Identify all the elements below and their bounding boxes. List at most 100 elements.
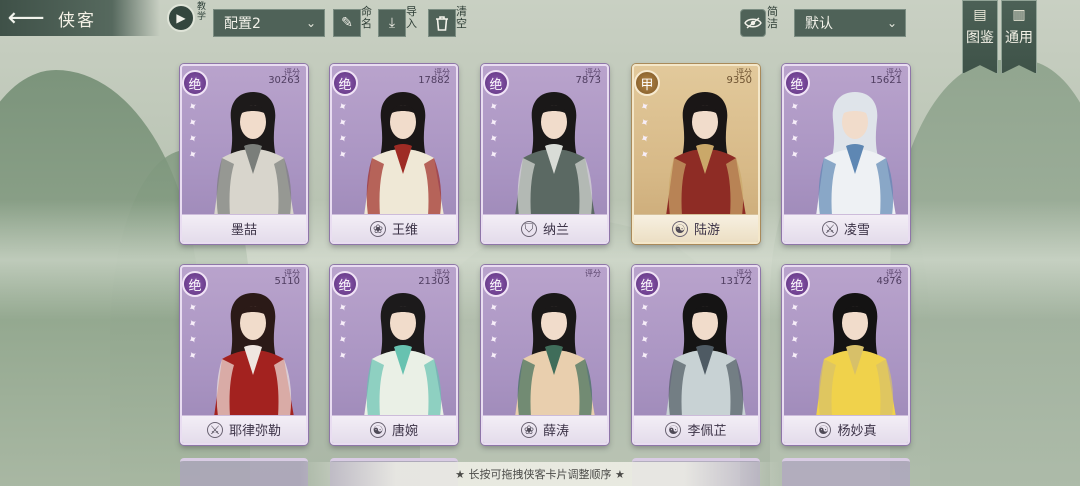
star-icon: ✦ [486,114,502,131]
score-value: 5110 [274,276,300,287]
hero-portrait [515,92,595,216]
star-icon: ✦ [787,114,803,131]
star-icon: ✦ [335,98,351,115]
hero-card[interactable]: 甲 ✦ ✦ ✦ ✦ 评分 9350 ☯ 陆游 [632,64,760,244]
grade-badge: 绝 [784,70,810,96]
hero-nameplate: ☯ 李佩芷 [634,415,758,443]
star-rank: ✦ ✦ ✦ ✦ [185,98,202,163]
hero-nameplate: ☯ 唐婉 [332,415,456,443]
grade-badge: 绝 [182,271,208,297]
hero-portrait [666,293,746,417]
grade-badge: 绝 [483,271,509,297]
download-icon: ⤓ [388,15,396,31]
grade-badge: 甲 [634,70,660,96]
clear-button[interactable] [428,9,456,37]
star-icon: ✦ [637,331,653,348]
hero-name: 王维 [391,223,418,238]
drag-hint: ★ 长按可拖拽侠客卡片调整顺序 ★ [300,462,780,486]
score-value: 30263 [268,75,300,86]
star-icon: ✦ [185,299,201,316]
sword-icon: ⚔ [206,421,223,438]
yinyang-icon: ☯ [665,421,682,438]
back-button[interactable]: ⟵ [6,3,46,33]
rename-label: 命名 [361,5,372,30]
grade-badge: 绝 [332,70,358,96]
score-value: 17882 [418,75,450,86]
star-icon: ✦ [787,98,803,115]
hero-name: 凌雪 [843,223,870,238]
hero-card[interactable]: 绝 ✦ ✦ ✦ ✦ 评分 15621 ⚔ 凌雪 [782,64,910,244]
tutorial-label: 教学 [197,2,207,22]
next-row-card[interactable] [180,458,308,486]
star-icon: ✦ [335,315,351,332]
tab-general[interactable]: ▥ 通用 [1001,0,1037,74]
import-label: 导入 [406,5,417,30]
hero-portrait [214,92,294,216]
star-icon: ✦ [486,299,502,316]
hero-card[interactable]: 绝 ✦ ✦ ✦ ✦ 评分 13172 ☯ 李佩芷 [632,265,760,445]
score-label: 评分 [585,269,601,278]
back-arrow-icon: ⟵ [7,3,45,33]
star-icon: ✦ [637,130,653,147]
lotus-icon: ❀ [369,220,386,237]
hero-portrait [666,92,746,216]
star-icon: ✦ [185,98,201,115]
grade-badge: 绝 [784,271,810,297]
rename-button[interactable]: ✎ [333,9,361,37]
hero-name: 陆游 [693,223,720,238]
star-rank: ✦ ✦ ✦ ✦ [335,98,352,163]
hero-nameplate: ⚔ 耶律弥勒 [182,415,306,443]
star-icon: ✦ [787,331,803,348]
simple-mode-toggle[interactable] [740,9,766,37]
shield-icon: ⛉ [520,220,537,237]
sort-select[interactable]: 默认 ⌄ [794,9,906,37]
next-row-card[interactable] [782,458,910,486]
tab-atlas[interactable]: ▤ 图鉴 [962,0,998,74]
simple-label: 简洁 [767,5,778,30]
hero-portrait [364,293,444,417]
hero-portrait [816,92,896,216]
hero-name: 薛涛 [542,424,569,439]
hero-card[interactable]: 绝 ✦ ✦ ✦ ✦ 评分 30263 墨喆 [180,64,308,244]
tutorial-button[interactable]: ▶ [167,4,195,32]
star-rank: ✦ ✦ ✦ ✦ [185,299,202,364]
hero-portrait [816,293,896,417]
hero-card[interactable]: 绝 ✦ ✦ ✦ ✦ 评分 5110 ⚔ 耶律弥勒 [180,265,308,445]
yinyang-icon: ☯ [369,421,386,438]
import-button[interactable]: ⤓ [378,9,406,37]
score-value: 13172 [720,276,752,287]
score-value: 7873 [575,75,601,86]
star-icon: ✦ [486,331,502,348]
star-rank: ✦ ✦ ✦ ✦ [637,99,654,163]
tab-general-label: 通用 [1005,30,1033,46]
yinyang-icon: ☯ [815,421,832,438]
book-icon: ▤ [973,7,987,23]
chevron-down-icon: ⌄ [305,16,316,30]
clear-label: 清空 [456,5,467,30]
star-icon: ✦ [335,130,351,147]
preset-select[interactable]: 配置2 ⌄ [213,9,325,37]
star-icon: ✦ [787,315,803,332]
scroll-icon: ▥ [1012,7,1026,23]
hero-name: 纳兰 [542,223,569,238]
play-icon: ▶ [176,11,186,25]
star-rank: ✦ ✦ ✦ ✦ [637,300,654,364]
hero-card[interactable]: 绝 ✦ ✦ ✦ ✦ 评分 ❀ 薛涛 [481,265,609,445]
hero-card[interactable]: 绝 ✦ ✦ ✦ ✦ 评分 17882 ❀ 王维 [330,64,458,244]
grade-badge: 绝 [332,271,358,297]
hero-card[interactable]: 绝 ✦ ✦ ✦ ✦ 评分 7873 ⛉ 纳兰 [481,64,609,244]
score-value: 4976 [876,276,902,287]
yinyang-icon: ☯ [671,220,688,237]
star-rank: ✦ ✦ ✦ ✦ [486,99,503,163]
hero-card[interactable]: 绝 ✦ ✦ ✦ ✦ 评分 21303 ☯ 唐婉 [330,265,458,445]
hero-nameplate: ☯ 杨妙真 [784,415,908,443]
tab-atlas-label: 图鉴 [966,30,994,46]
hero-card[interactable]: 绝 ✦ ✦ ✦ ✦ 评分 4976 ☯ 杨妙真 [782,265,910,445]
star-rank: ✦ ✦ ✦ ✦ [787,300,804,364]
page-title: 侠客 [58,11,96,31]
star-icon: ✦ [787,130,803,147]
hero-name: 杨妙真 [837,424,877,439]
score-value: 9350 [726,75,752,86]
hero-nameplate: ⚔ 凌雪 [784,214,908,242]
star-icon: ✦ [335,331,351,348]
